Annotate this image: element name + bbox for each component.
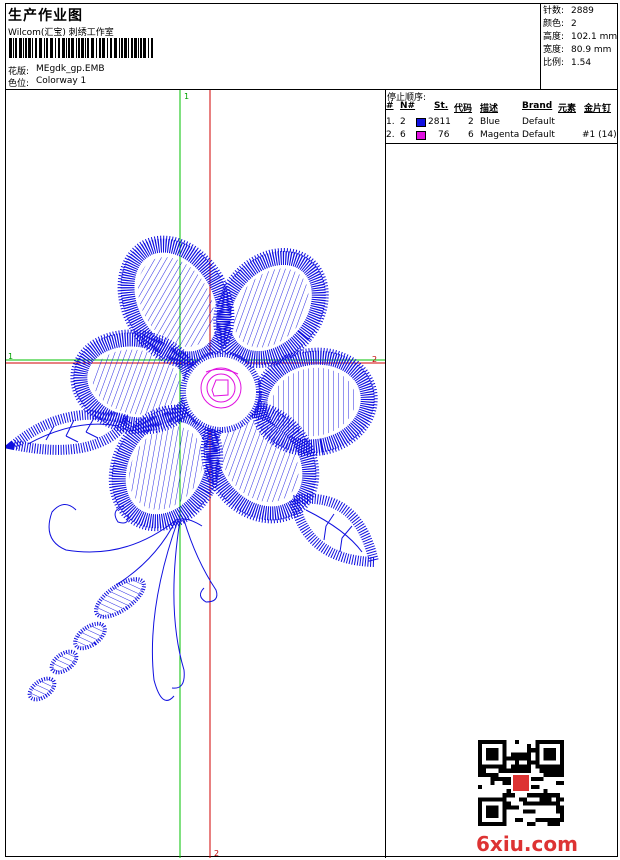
embroidery-preview: 1 1 2 2: [6, 90, 385, 858]
guide-label-right: 2: [372, 355, 377, 364]
col-header-code: 代码: [454, 104, 473, 114]
page-title: 生产作业图: [8, 8, 83, 24]
col-header-sequin: 金片钉: [584, 104, 612, 114]
design-canvas: 1 1 2 2: [6, 90, 386, 858]
col-header-brand: Brand: [522, 101, 553, 111]
stat-colors: 颜色: 2: [543, 19, 577, 29]
color-swatch: [416, 118, 426, 127]
stats-panel: 针数: 2889 颜色: 2 高度: 102.1 mm 宽度: 80.9 mm 比例: 1…: [541, 4, 618, 90]
stat-height: 高度: 102.1 mm: [543, 32, 618, 42]
watermark: 6xiu.com: [476, 832, 578, 856]
stop-row: 2. 6 76 6 Magenta Default #1 (14): [386, 130, 617, 140]
production-worksheet: 生产作业图 Wilcom(汇宝) 刺绣工作室 花版: MEgdk_gp.EMB …: [5, 3, 618, 858]
col-header-stitches: St.: [434, 101, 449, 111]
colorway-value: Colorway 1: [36, 76, 87, 86]
stop-sequence-panel: 停止顺序: # N# St. 代码 描述 Brand 元素 金片钉 1. 2 2…: [386, 90, 618, 858]
guide-label-left: 1: [8, 352, 13, 361]
flower-center: [180, 351, 262, 433]
leaf-right: [288, 493, 381, 568]
leaf-left: [6, 409, 137, 455]
stat-scale: 比例: 1.54: [543, 58, 592, 68]
stat-stitches: 针数: 2889: [543, 6, 594, 16]
guide-label-bottom: 2: [214, 849, 219, 858]
studio-name: Wilcom(汇宝) 刺绣工作室: [8, 28, 114, 38]
header-panel: 生产作业图 Wilcom(汇宝) 刺绣工作室 花版: MEgdk_gp.EMB …: [6, 4, 541, 90]
col-header-element: 元素: [558, 104, 577, 114]
qr-code: [478, 740, 564, 826]
colorway-label: 色位:: [8, 79, 30, 89]
col-header-index: #: [386, 101, 394, 111]
barcode: [9, 38, 153, 58]
colorway-line: 色位: Colorway 1: [8, 76, 86, 89]
seed-pods: [27, 577, 146, 702]
guide-label-top: 1: [184, 92, 189, 101]
color-swatch: [416, 131, 426, 140]
divider: [386, 143, 618, 144]
stop-row: 1. 2 2811 2 Blue Default: [386, 117, 555, 127]
col-header-desc: 描述: [480, 104, 499, 114]
col-header-needle: N#: [400, 101, 416, 111]
stat-width: 宽度: 80.9 mm: [543, 45, 612, 55]
